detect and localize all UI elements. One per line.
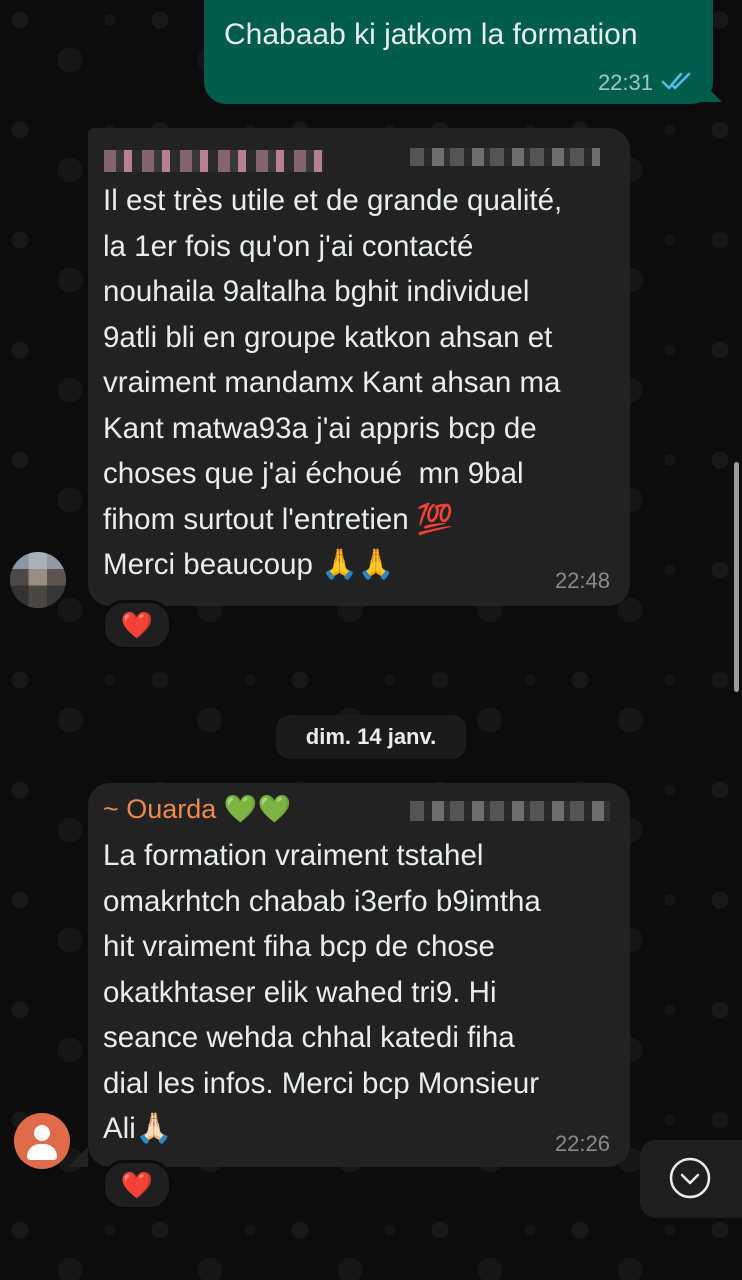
redacted-phone-number — [410, 148, 600, 166]
double-check-read-icon — [661, 72, 691, 90]
reaction-badge[interactable]: ❤️ — [102, 1160, 172, 1210]
sender-avatar[interactable] — [10, 552, 66, 608]
scrollbar[interactable] — [734, 462, 739, 692]
redacted-sender-name — [104, 150, 324, 172]
date-separator: dim. 14 janv. — [276, 715, 466, 759]
message-text: Chabaab ki jatkom la formation — [224, 18, 638, 51]
message-time: 22:26 — [554, 1131, 610, 1156]
incoming-message-bubble[interactable]: Il est très utile et de grande qualité, … — [88, 128, 630, 606]
chevron-down-icon — [669, 1157, 711, 1199]
heart-reaction-icon: ❤️ — [120, 609, 154, 640]
reaction-badge[interactable]: ❤️ — [102, 600, 172, 650]
redacted-phone-number — [410, 801, 610, 821]
bubble-tail — [700, 80, 722, 102]
bubble-tail — [68, 1147, 88, 1167]
message-time: 22:31 — [597, 70, 653, 95]
scroll-to-bottom-button[interactable] — [640, 1140, 742, 1218]
message-text: Il est très utile et de grande qualité, … — [103, 184, 563, 581]
outgoing-message-bubble[interactable]: Chabaab ki jatkom la formation 22:31 — [204, 0, 713, 104]
heart-reaction-icon: ❤️ — [120, 1169, 154, 1200]
person-icon[interactable] — [14, 1113, 70, 1169]
incoming-message-bubble[interactable]: ~ Ouarda 💚💚 La formation vraiment tstahe… — [88, 783, 630, 1167]
message-text: La formation vraiment tstahel omakrhtch … — [103, 839, 541, 1145]
sender-name[interactable]: ~ Ouarda 💚💚 — [103, 793, 291, 825]
message-time: 22:48 — [554, 568, 610, 593]
